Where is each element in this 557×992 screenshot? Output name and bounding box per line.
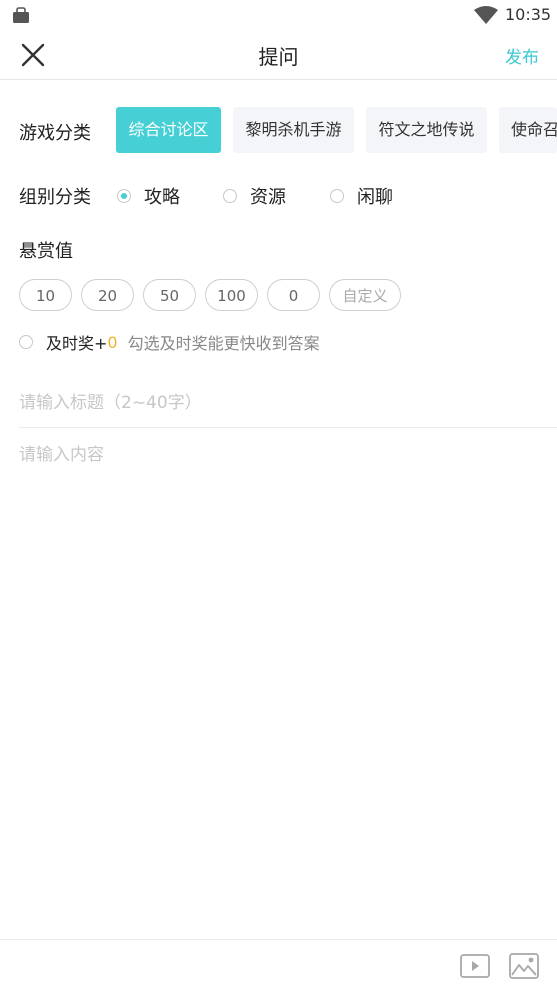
shopping-bag-icon <box>13 7 29 23</box>
reward-option-20[interactable]: 20 <box>81 279 134 311</box>
status-bar: 10:35 <box>0 0 557 30</box>
wifi-icon <box>474 6 498 24</box>
radio-unchecked-icon <box>223 189 237 203</box>
reward-option-0[interactable]: 0 <box>267 279 320 311</box>
timely-bonus-value: 0 <box>107 332 118 352</box>
page-title: 提问 <box>258 45 299 69</box>
reward-label: 悬赏值 <box>19 241 73 262</box>
group-option-label: 攻略 <box>144 187 180 208</box>
group-category-label: 组别分类 <box>19 187 91 208</box>
reward-custom-button[interactable]: 自定义 <box>329 279 401 311</box>
group-option-guide[interactable]: 攻略 <box>117 187 180 208</box>
category-chip-general[interactable]: 综合讨论区 <box>116 107 221 153</box>
reward-option-50[interactable]: 50 <box>143 279 196 311</box>
bottom-toolbar <box>0 939 557 992</box>
video-icon[interactable] <box>460 954 490 978</box>
group-option-resource[interactable]: 资源 <box>223 187 286 208</box>
image-icon[interactable] <box>509 953 539 979</box>
top-bar: 提问 发布 <box>0 30 557 80</box>
radio-unchecked-icon <box>330 189 344 203</box>
divider <box>19 427 557 428</box>
category-chip-dbd-mobile[interactable]: 黎明杀机手游 <box>233 107 354 153</box>
timely-bonus-row: 及时奖+ 0 勾选及时奖能更快收到答案 <box>19 331 320 353</box>
game-category-label: 游戏分类 <box>19 123 91 144</box>
group-option-chat[interactable]: 闲聊 <box>330 187 393 208</box>
category-chip-cod[interactable]: 使命召唤 <box>499 107 557 153</box>
timely-bonus-checkbox[interactable] <box>19 335 33 349</box>
radio-checked-icon <box>117 189 131 203</box>
group-option-label: 资源 <box>250 187 286 208</box>
content-input[interactable] <box>19 436 539 930</box>
title-input[interactable] <box>19 380 557 426</box>
reward-option-100[interactable]: 100 <box>205 279 258 311</box>
group-option-label: 闲聊 <box>357 187 393 208</box>
timely-bonus-label: 及时奖+ <box>46 334 108 353</box>
reward-option-10[interactable]: 10 <box>19 279 72 311</box>
publish-button[interactable]: 发布 <box>505 43 539 68</box>
timely-bonus-hint: 勾选及时奖能更快收到答案 <box>127 334 320 353</box>
category-chip-runeterra[interactable]: 符文之地传说 <box>366 107 487 153</box>
status-time: 10:35 <box>505 5 552 24</box>
